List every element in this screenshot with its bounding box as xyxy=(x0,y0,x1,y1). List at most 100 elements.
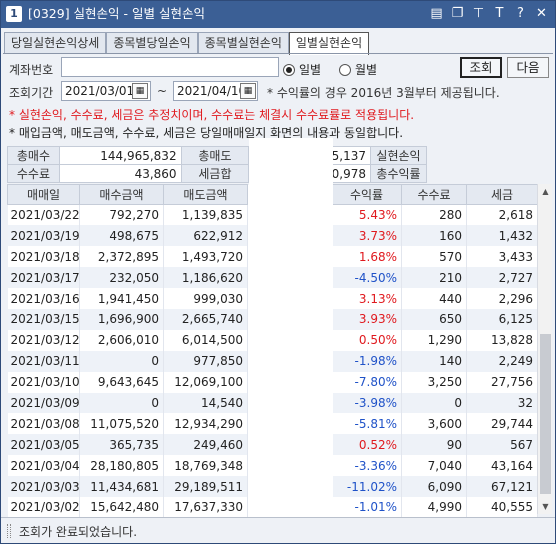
cell-buy-amount: 2,606,010 xyxy=(79,329,164,351)
cell-date: 2021/03/22 xyxy=(7,204,80,226)
cell-return-rate: 0.52% xyxy=(331,434,402,456)
cell-fee: 90 xyxy=(401,434,467,456)
cell-sell-amount: 977,850 xyxy=(163,350,248,372)
cell-buy-amount: 28,180,805 xyxy=(79,455,164,477)
radio-daily[interactable]: 일별 xyxy=(283,61,321,78)
account-label: 계좌번호 xyxy=(9,63,54,77)
period-label: 조회기간 xyxy=(9,86,54,100)
cell-tax: 67,121 xyxy=(466,476,538,497)
summary-row: 수수료 43,860 세금합 340,978 총수익률 xyxy=(7,164,427,183)
cell-fee: 280 xyxy=(401,204,467,226)
cell-date: 2021/03/16 xyxy=(7,288,80,309)
masked-region xyxy=(249,138,333,523)
title-bar[interactable]: 1 [0329] 실현손익 - 일별 실현손익 ▤ ❐ ⊤ T ? ✕ xyxy=(1,1,555,28)
cell-date: 2021/03/18 xyxy=(7,246,80,268)
cell-sell-amount: 249,460 xyxy=(163,434,248,456)
cell-fee: 650 xyxy=(401,308,467,330)
cell-tax: 1,432 xyxy=(466,225,538,247)
fee-value: 43,860 xyxy=(58,164,182,183)
cell-return-rate: -5.81% xyxy=(331,413,402,435)
cell-buy-amount: 15,642,480 xyxy=(79,496,164,518)
cell-return-rate: 3.13% xyxy=(331,288,402,309)
cell-sell-amount: 1,493,720 xyxy=(163,246,248,268)
cell-fee: 210 xyxy=(401,267,467,289)
cell-return-rate: -7.80% xyxy=(331,371,402,393)
col-header-sell-amount[interactable]: 매도금액 xyxy=(163,184,248,205)
realized-pnl-label: 실현손익 xyxy=(370,146,427,165)
cell-fee: 570 xyxy=(401,246,467,268)
cell-return-rate: -4.50% xyxy=(331,267,402,289)
cell-fee: 3,600 xyxy=(401,413,467,435)
window: 1 [0329] 실현손익 - 일별 실현손익 ▤ ❐ ⊤ T ? ✕ 당일실현… xyxy=(0,0,556,544)
cell-buy-amount: 2,372,895 xyxy=(79,246,164,268)
cell-fee: 160 xyxy=(401,225,467,247)
cell-date: 2021/03/02 xyxy=(7,496,80,518)
cell-tax: 27,756 xyxy=(466,371,538,393)
account-field[interactable] xyxy=(61,57,279,77)
help-icon[interactable]: ? xyxy=(511,5,530,23)
status-grip-icon xyxy=(7,524,11,538)
cell-return-rate: -1.01% xyxy=(331,496,402,518)
scroll-up-icon[interactable]: ▲ xyxy=(538,184,553,199)
screen-number-badge: 1 xyxy=(6,6,22,22)
cell-buy-amount: 232,050 xyxy=(79,267,164,289)
col-header-fee[interactable]: 수수료 xyxy=(401,184,467,205)
scroll-thumb[interactable] xyxy=(540,334,551,494)
radio-monthly[interactable]: 월별 xyxy=(339,61,377,78)
cell-return-rate: 0.50% xyxy=(331,329,402,351)
cell-sell-amount: 2,665,740 xyxy=(163,308,248,330)
cell-buy-amount: 792,270 xyxy=(79,204,164,226)
query-button[interactable]: 조회 xyxy=(460,57,502,78)
return-rate-note: * 수익률의 경우 2016년 3월부터 제공됩니다. xyxy=(267,86,500,100)
radio-daily-label: 일별 xyxy=(299,63,322,77)
calendar-icon[interactable]: ▦ xyxy=(132,83,148,99)
close-icon[interactable]: ✕ xyxy=(532,5,551,23)
cell-buy-amount: 0 xyxy=(79,392,164,414)
tab-bar: 당일실현손익상세 종목별당일손익 종목별실현손익 일별실현손익 xyxy=(4,32,370,55)
calendar-icon[interactable]: ▦ xyxy=(240,83,256,99)
cell-sell-amount: 999,030 xyxy=(163,288,248,309)
cell-buy-amount: 1,941,450 xyxy=(79,288,164,309)
same-as-journal-notice: * 매입금액, 매도금액, 수수료, 세금은 당일매매일지 화면의 내용과 동일… xyxy=(9,126,404,140)
cell-buy-amount: 9,643,645 xyxy=(79,371,164,393)
window-list-icon[interactable]: ▤ xyxy=(427,5,446,23)
tab-divider xyxy=(3,53,553,54)
vertical-scrollbar[interactable]: ▲ ▼ xyxy=(537,184,552,514)
pin-icon[interactable]: ⊤ xyxy=(469,5,488,23)
cell-fee: 4,990 xyxy=(401,496,467,518)
cell-tax: 2,727 xyxy=(466,267,538,289)
col-header-return-rate[interactable]: 수익률 xyxy=(331,184,402,205)
col-header-tax[interactable]: 세금 xyxy=(466,184,538,205)
cell-date: 2021/03/17 xyxy=(7,267,80,289)
tab-realized-by-stock[interactable]: 종목별실현손익 xyxy=(197,32,289,54)
cell-tax: 40,555 xyxy=(466,496,538,518)
radio-monthly-dot xyxy=(339,63,351,76)
next-button[interactable]: 다음 xyxy=(507,57,549,78)
cell-date: 2021/03/08 xyxy=(7,413,80,435)
tab-daily-realized[interactable]: 일별실현손익 xyxy=(288,32,370,55)
tab-intraday-detail[interactable]: 당일실현손익상세 xyxy=(4,32,107,54)
cell-date: 2021/03/09 xyxy=(7,392,80,414)
font-icon[interactable]: T xyxy=(490,5,509,23)
status-bar: 조회가 완료되었습니다. xyxy=(1,517,555,543)
radio-monthly-label: 월별 xyxy=(355,63,378,77)
cell-return-rate: 5.43% xyxy=(331,204,402,226)
cell-sell-amount: 29,189,511 xyxy=(163,476,248,497)
period-tilde: ~ xyxy=(157,84,168,98)
cell-tax: 13,828 xyxy=(466,329,538,351)
cell-buy-amount: 11,075,520 xyxy=(79,413,164,435)
cell-return-rate: 3.73% xyxy=(331,225,402,247)
col-header-buy-amount[interactable]: 매수금액 xyxy=(79,184,164,205)
tab-intraday-by-stock[interactable]: 종목별당일손익 xyxy=(106,32,198,54)
window-title: [0329] 실현손익 - 일별 실현손익 xyxy=(28,6,205,21)
cell-sell-amount: 18,769,348 xyxy=(163,455,248,477)
estimate-notice: * 실현손익, 수수료, 세금은 추정치이며, 수수료는 체결시 수수료률로 적… xyxy=(9,108,415,122)
cell-tax: 29,744 xyxy=(466,413,538,435)
total-buy-value: 144,965,832 xyxy=(58,146,182,165)
cell-date: 2021/03/19 xyxy=(7,225,80,247)
col-header-date[interactable]: 매매일 xyxy=(7,184,80,205)
scroll-down-icon[interactable]: ▼ xyxy=(538,499,553,514)
tax-label: 세금합 xyxy=(180,164,250,183)
cell-buy-amount: 365,735 xyxy=(79,434,164,456)
restore-icon[interactable]: ❐ xyxy=(448,5,467,23)
